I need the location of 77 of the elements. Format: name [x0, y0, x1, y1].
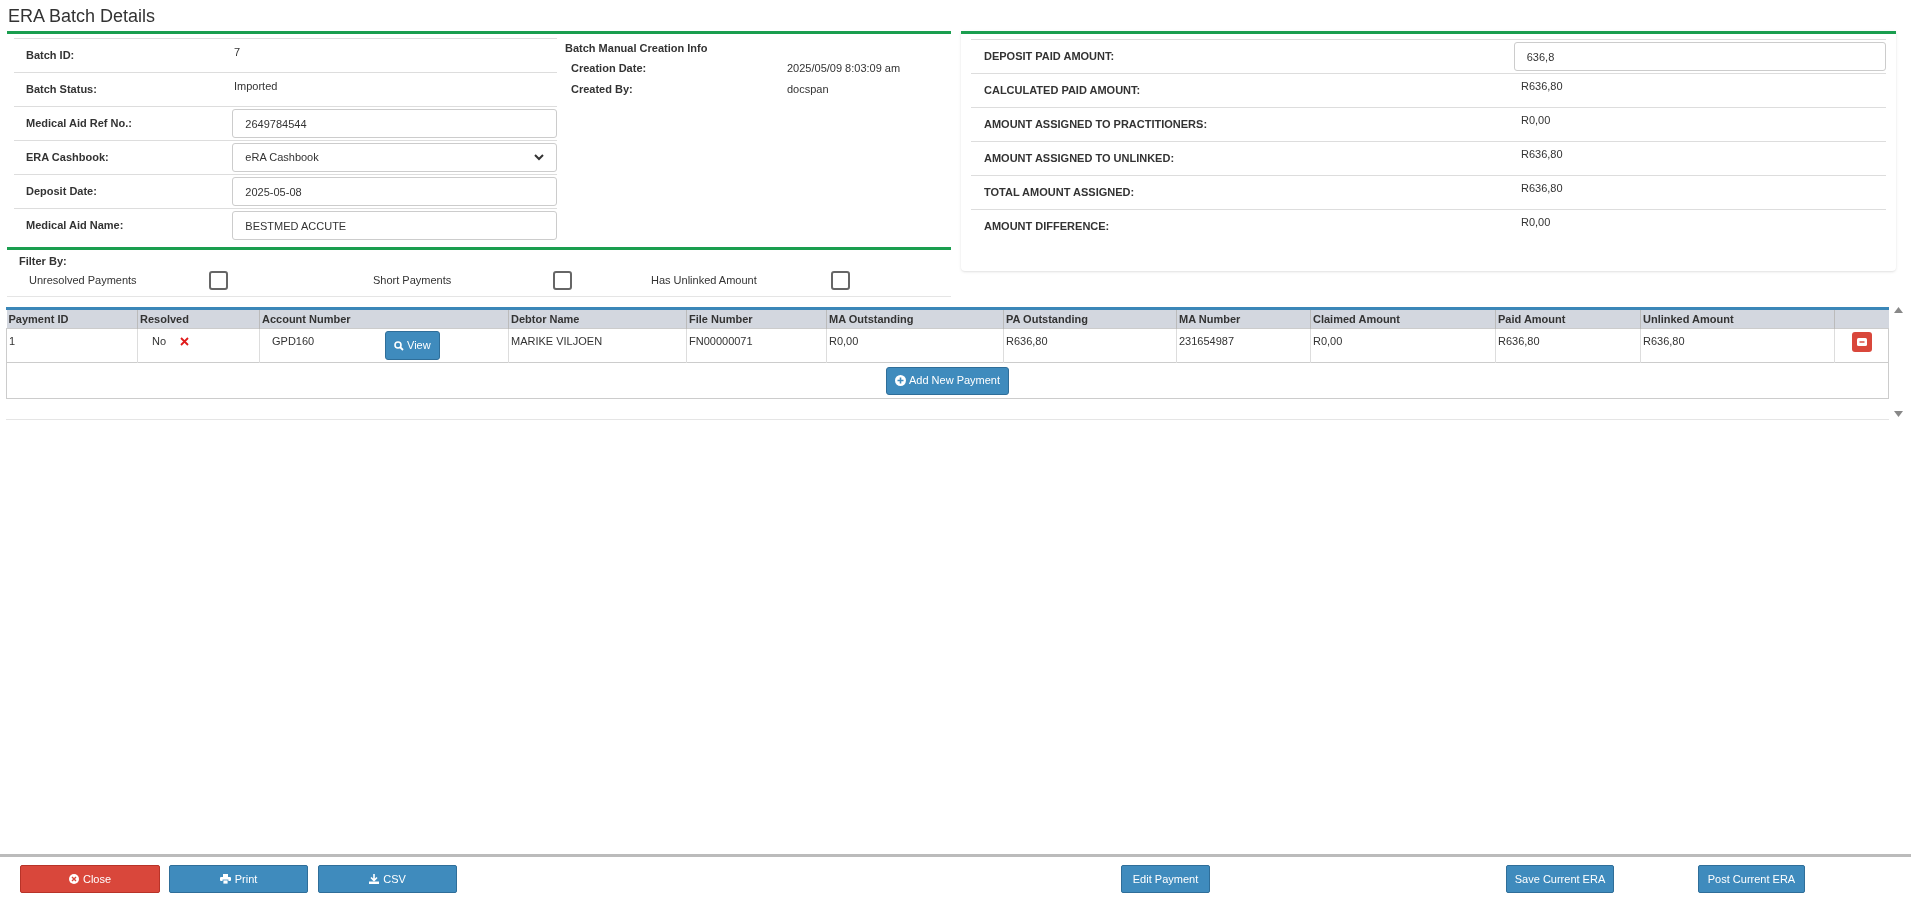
text-field[interactable]: BESTMED ACCUTE: [232, 211, 557, 240]
amount-value: R636,80: [1521, 79, 1563, 94]
table-cell-text: No: [152, 334, 167, 349]
page-title: ERA Batch Details: [8, 5, 157, 28]
minus-icon: [1856, 338, 1867, 346]
amount-value: R0,00: [1521, 113, 1551, 128]
checkbox[interactable]: [553, 271, 572, 290]
amount-value: R0,00: [1521, 215, 1551, 230]
column-header: PA Outstanding: [1003, 309, 1177, 329]
close-icon: [68, 874, 79, 884]
checkbox-label: Unresolved Payments: [28, 273, 138, 289]
column-header: Payment ID: [6, 309, 138, 329]
table-cell: MARIKE VILJOEN: [511, 335, 603, 347]
table-cell: R0,00: [829, 335, 859, 347]
amount-label: CALCULATED PAID AMOUNT:: [983, 83, 1142, 99]
info-label: Created By:: [571, 82, 634, 97]
checkbox[interactable]: [831, 271, 850, 290]
print-button[interactable]: Print: [169, 865, 308, 893]
column-header: File Number: [686, 309, 827, 329]
plus-circle-icon: [894, 375, 906, 386]
dropdown[interactable]: eRA Cashbook: [232, 143, 557, 172]
amount-label: AMOUNT ASSIGNED TO PRACTITIONERS:: [983, 117, 1209, 133]
field-label: Medical Aid Ref No.:: [25, 116, 133, 132]
close-button[interactable]: Close: [20, 865, 160, 893]
checkbox[interactable]: [209, 271, 228, 290]
column-header: Unlinked Amount: [1640, 309, 1835, 329]
info-label: Creation Date:: [571, 61, 648, 76]
add-new-payment-button[interactable]: Add New Payment: [885, 366, 1010, 395]
text-field[interactable]: 2649784544: [232, 109, 557, 138]
table-cell-text: GPD160: [272, 334, 316, 349]
table-cell: R0,00: [1313, 335, 1343, 347]
scroll-down-icon[interactable]: [1893, 410, 1903, 417]
amount-label: TOTAL AMOUNT ASSIGNED:: [983, 185, 1136, 201]
field-label: ERA Cashbook:: [25, 150, 110, 166]
amount-label: DEPOSIT PAID AMOUNT:: [983, 49, 1116, 65]
table-cell: R636,80: [1498, 335, 1540, 347]
amount-value: R636,80: [1521, 147, 1563, 162]
amount-label: AMOUNT DIFFERENCE:: [983, 219, 1111, 235]
table-cell: R636,80: [1006, 335, 1048, 347]
amount-field[interactable]: 636,8: [1513, 42, 1886, 71]
field-label: Medical Aid Name:: [25, 218, 125, 234]
table-cell: 1: [9, 335, 16, 347]
field-label: Batch ID:: [25, 48, 76, 64]
info-value: 2025/05/09 8:03:09 am: [787, 61, 901, 76]
field-value: Imported: [234, 79, 278, 94]
section-heading: Batch Manual Creation Info: [565, 41, 709, 56]
scroll-up-icon[interactable]: [1893, 306, 1903, 313]
field-label: Deposit Date:: [25, 184, 98, 200]
amount-label: AMOUNT ASSIGNED TO UNLINKED:: [983, 151, 1176, 167]
column-header: Debtor Name: [508, 309, 687, 329]
column-header: MA Number: [1176, 309, 1311, 329]
column-header: Paid Amount: [1495, 309, 1641, 329]
printer-icon: [219, 874, 231, 884]
csv-button[interactable]: CSV: [318, 865, 457, 893]
column-header: Account Number: [259, 309, 509, 329]
table-cell: R636,80: [1643, 335, 1685, 347]
info-value: docspan: [787, 82, 829, 97]
action-button[interactable]: Edit Payment: [1121, 865, 1210, 893]
field-label: Batch Status:: [25, 82, 98, 98]
view-button[interactable]: View: [385, 331, 440, 360]
remove-button[interactable]: [1851, 332, 1872, 352]
checkbox-label: Short Payments: [372, 273, 453, 289]
table-cell: FN00000071: [689, 335, 753, 347]
column-header: Claimed Amount: [1310, 309, 1496, 329]
field-value: 7: [234, 45, 241, 60]
column-header: MA Outstanding: [826, 309, 1004, 329]
column-header: Resolved: [137, 309, 260, 329]
download-icon: [369, 874, 380, 884]
filter-heading: Filter By:: [19, 254, 68, 269]
action-button[interactable]: Post Current ERA: [1698, 865, 1805, 893]
search-icon: [394, 340, 404, 351]
checkbox-label: Has Unlinked Amount: [650, 273, 758, 289]
chevron-down-icon: [534, 154, 544, 161]
table-cell: 231654987: [1179, 335, 1235, 347]
text-field[interactable]: 2025-05-08: [232, 177, 557, 206]
action-button[interactable]: Save Current ERA: [1506, 865, 1614, 893]
amount-value: R636,80: [1521, 181, 1563, 196]
